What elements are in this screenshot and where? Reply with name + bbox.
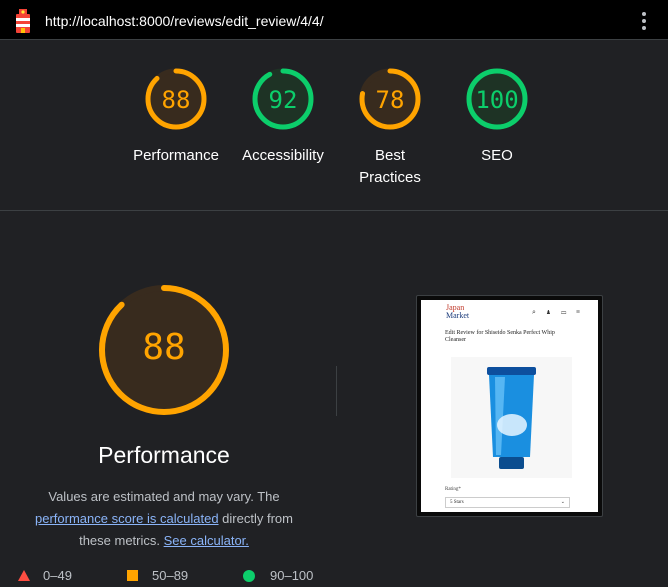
gauge-label: Best Practices bbox=[359, 147, 421, 186]
score-legend: 0–49 50–89 90–100 bbox=[0, 568, 668, 587]
gauge-accessibility[interactable]: 92 Accessibility bbox=[235, 64, 331, 167]
gauge-label: Performance bbox=[133, 147, 219, 164]
gauge-ring: 78 bbox=[359, 68, 421, 130]
page-url: http://localhost:8000/reviews/edit_revie… bbox=[45, 13, 324, 29]
rating-select: 5 Stars ⌄ bbox=[445, 497, 570, 508]
site-logo: Japan Market bbox=[446, 304, 469, 320]
lighthouse-icon bbox=[16, 9, 30, 33]
brand-line-2: Market bbox=[446, 311, 470, 320]
gauge-best-practices[interactable]: 78 Best Practices bbox=[342, 64, 438, 189]
see-calculator-link[interactable]: See calculator. bbox=[164, 533, 249, 548]
gauge-label: Accessibility bbox=[242, 147, 324, 164]
score-summary: 88 Performance 92 Accessibility 78 Best … bbox=[0, 41, 668, 211]
legend-range: 0–49 bbox=[43, 568, 72, 583]
gauge-ring: 88 bbox=[145, 68, 207, 130]
screenshot-page: Japan Market ⌕ ♟ ▭ ≡ Edit Review for Shi… bbox=[421, 300, 598, 512]
performance-title: Performance bbox=[98, 442, 230, 468]
gauge-score: 100 bbox=[475, 86, 518, 114]
cleanser-tube-icon bbox=[487, 367, 536, 469]
legend-range: 90–100 bbox=[270, 568, 314, 583]
legend-fail: 0–49 bbox=[18, 568, 72, 583]
gauge-score: 88 bbox=[162, 86, 191, 114]
performance-note: Values are estimated and may vary. The p… bbox=[24, 486, 304, 552]
gauge-score: 92 bbox=[269, 86, 298, 114]
vertical-divider bbox=[336, 366, 337, 416]
legend-range: 50–89 bbox=[152, 568, 189, 583]
performance-score-link[interactable]: performance score is calculated bbox=[35, 511, 219, 526]
note-prefix: Values are estimated and may vary. The bbox=[48, 489, 280, 504]
triangle-icon bbox=[18, 570, 30, 581]
legend-average: 50–89 bbox=[127, 568, 188, 583]
gauge-label: SEO bbox=[481, 147, 513, 164]
rating-value: 5 Stars bbox=[450, 500, 464, 505]
gauge-score: 78 bbox=[376, 86, 405, 114]
square-icon bbox=[127, 570, 138, 581]
rating-label: Rating* bbox=[445, 487, 461, 492]
legend-pass: 90–100 bbox=[243, 568, 313, 583]
top-bar: http://localhost:8000/reviews/edit_revie… bbox=[0, 0, 668, 40]
gauge-ring: 100 bbox=[466, 68, 528, 130]
performance-gauge: 88 bbox=[99, 285, 229, 415]
gauge-seo[interactable]: 100 SEO bbox=[449, 64, 545, 167]
product-image bbox=[451, 357, 572, 478]
screenshot-heading: Edit Review for Shiseido Senka Perfect W… bbox=[445, 330, 555, 343]
gauge-performance[interactable]: 88 Performance bbox=[128, 64, 224, 167]
site-nav-icons: ⌕ ♟ ▭ ≡ bbox=[532, 308, 585, 316]
circle-icon bbox=[243, 569, 255, 582]
performance-score: 88 bbox=[142, 327, 185, 368]
final-screenshot[interactable]: Japan Market ⌕ ♟ ▭ ≡ Edit Review for Shi… bbox=[416, 295, 603, 517]
more-options-icon[interactable] bbox=[640, 12, 648, 30]
gauge-ring: 92 bbox=[252, 68, 314, 130]
chevron-down-icon: ⌄ bbox=[560, 500, 565, 505]
